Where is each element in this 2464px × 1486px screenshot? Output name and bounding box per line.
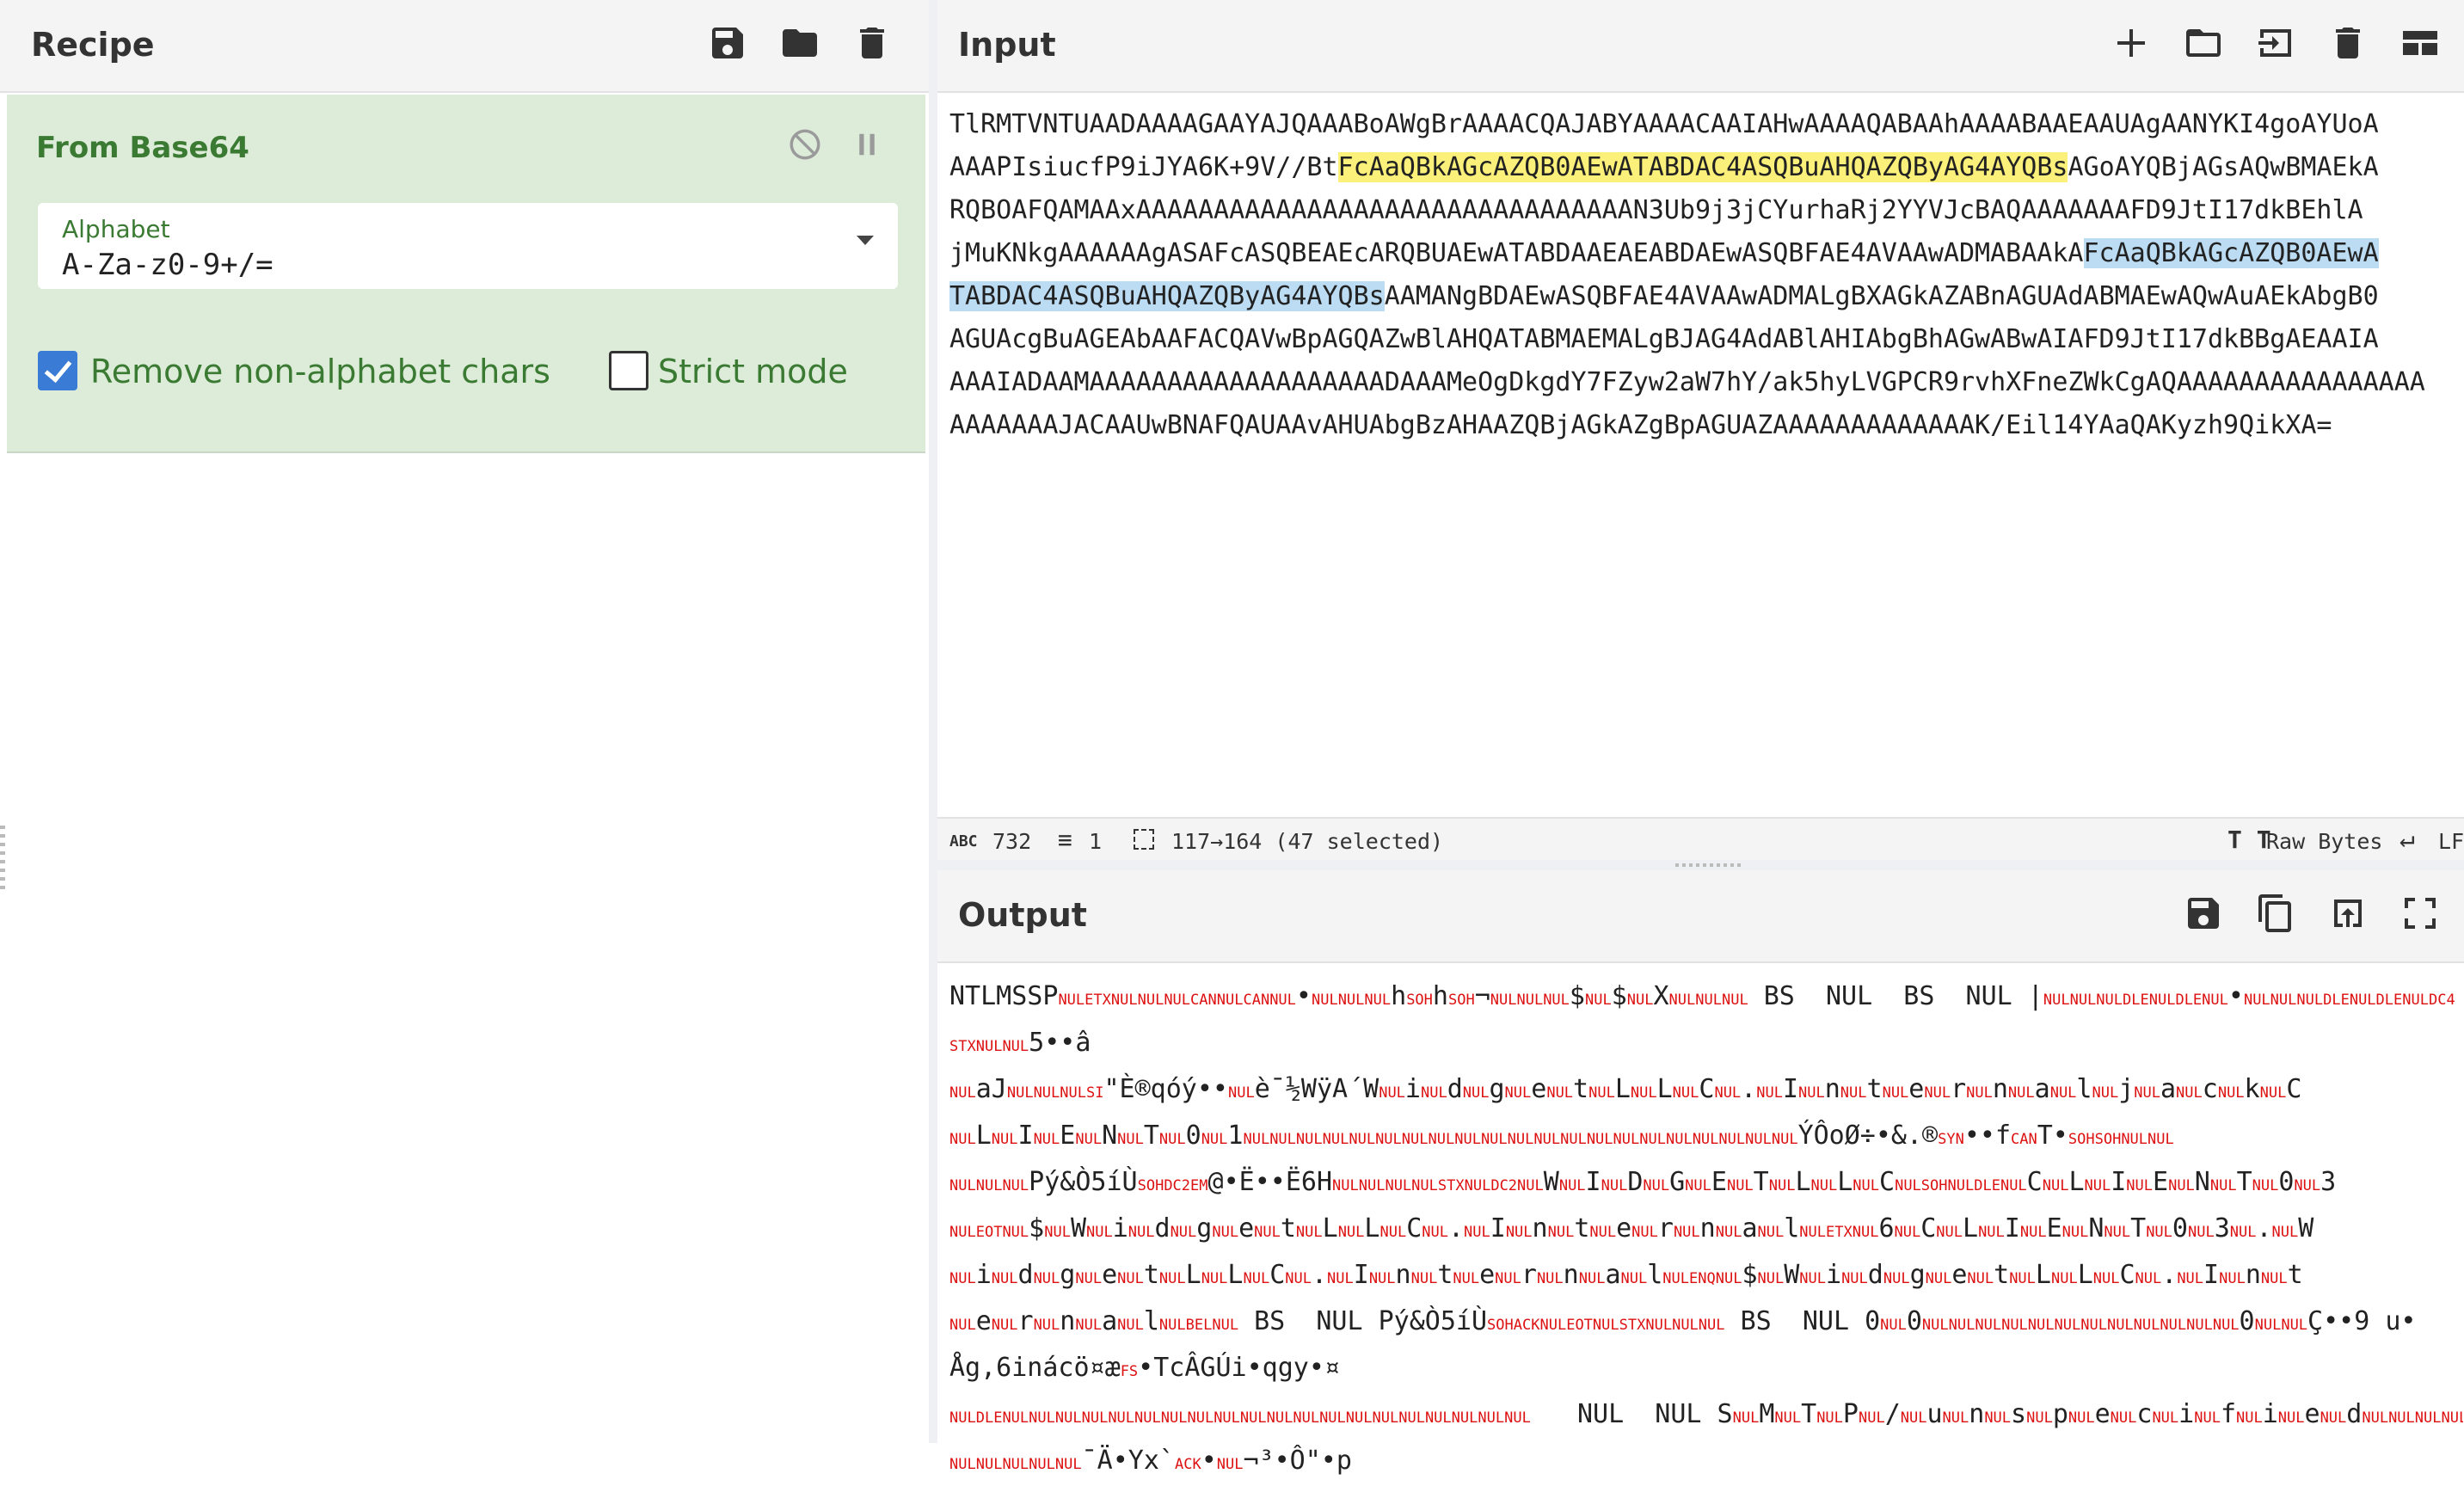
recipe-header: Recipe xyxy=(0,0,929,93)
text-format-icon[interactable]: T T xyxy=(2227,826,2271,854)
reset-layout-icon[interactable] xyxy=(2394,17,2446,69)
input-line: AGUAcgBuAGEAbAAFACQAVwBpAGQAZwBlAHQATABM… xyxy=(949,318,2463,361)
output-line: NULEOTNUL$NULWNULiNULdNULgNULeNULtNULLNU… xyxy=(949,1213,2314,1243)
input-selection: 117→164 (47 selected) xyxy=(1171,829,1444,854)
input-highlight: FcAaQBkAGcAZQB0AEwATABDAC4ASQBuAHQAZQByA… xyxy=(1337,152,2068,182)
resize-handle[interactable] xyxy=(0,826,5,894)
disable-operation-icon[interactable] xyxy=(781,120,829,169)
input-encoding[interactable]: Raw Bytes xyxy=(2266,829,2382,854)
pane-divider[interactable] xyxy=(929,0,937,1443)
operation-title: From Base64 xyxy=(36,131,249,165)
input-line: RQBOAFQAMAAxAAAAAAAAAAAAAAAAAAAAAAAAAAAA… xyxy=(949,189,2463,232)
output-text[interactable]: NTLMSSPNULETXNULNULNULCANNULCANNUL•NULNU… xyxy=(949,975,2463,1486)
recipe-pane: Recipe From Base64 Alphabet A-Za-z0-9+/=… xyxy=(0,0,929,1443)
input-segment: AAAAAAAJACAAUwBNAFQAUAAvAHUAbgBzAHAAZQBj… xyxy=(949,410,2332,440)
input-status-bar: ABC 732 ≡ 1 117→164 (47 selected) T T Ra… xyxy=(937,817,2464,862)
pause-operation-icon[interactable] xyxy=(843,120,891,169)
add-tab-plus-icon[interactable] xyxy=(2105,17,2157,69)
input-header: Input xyxy=(937,0,2464,93)
input-line: AAAPIsiucfP9iJYA6K+9V//BtFcAaQBkAGcAZQB0… xyxy=(949,146,2463,189)
strict-mode-checkbox[interactable] xyxy=(609,351,648,390)
alphabet-value: A-Za-z0-9+/= xyxy=(62,248,273,282)
input-line: TABDAC4ASQBuAHQAZQByAG4AYQBsAAMANgBDAEwA… xyxy=(949,275,2463,318)
input-segment: AGoAYQBjAGsAQwBMAEkA xyxy=(2068,152,2379,182)
output-line: NULNULNULPý&Ò5íÙSOHDC2EM@•Ë••Ë6HNULNULNU… xyxy=(949,1167,2337,1197)
input-title: Input xyxy=(958,26,1056,64)
from-base64-operation[interactable]: From Base64 Alphabet A-Za-z0-9+/= Remove… xyxy=(7,95,925,453)
output-line: NULDLENULNULNULNULNULNULNULNULNULNULNULN… xyxy=(949,1399,2463,1429)
open-input-icon[interactable] xyxy=(2250,17,2301,69)
input-highlight: FcAaQBkAGcAZQB0AEwA xyxy=(2083,238,2379,268)
input-segment: AAAIADAAMAAAAAAAAAAAAAAAAAAADAAAMeOgDkgd… xyxy=(949,367,2425,397)
output-line: NULiNULdNULgNULeNULtNULLNULLNULCNUL.NULI… xyxy=(949,1260,2303,1290)
output-title: Output xyxy=(958,896,1087,934)
input-segment: TlRMTVNTUAADAAAAGAAYAJQAAABoAWgBrAAAACQA… xyxy=(949,109,2379,139)
input-highlight: TABDAC4ASQBuAHQAZQByAG4AYQBs xyxy=(949,281,1385,311)
save-recipe-icon[interactable] xyxy=(702,17,753,69)
input-line-count: 1 xyxy=(1089,829,1103,854)
remove-non-alphabet-checkbox[interactable] xyxy=(38,351,77,390)
input-segment: AAMANgBDAEwASQBFAE4AVAAwADMALgBXAGkAZABn… xyxy=(1384,281,2379,311)
output-header: Output xyxy=(937,870,2464,963)
clear-input-trash-icon[interactable] xyxy=(2322,17,2374,69)
output-line: NULNULNULNULNUL¯Ä•Yx`ACK•NUL¬³•Ô"•p xyxy=(949,1446,1352,1476)
chevron-down-icon[interactable] xyxy=(857,236,874,245)
input-segment: AGUAcgBuAGEAbAAFACQAVwBpAGQAZwBlAHQATABM… xyxy=(949,324,2379,354)
input-line: AAAAAAAJACAAUwBNAFQAUAAvAHUAbgBzAHAAZQBj… xyxy=(949,404,2463,447)
eol-return-icon[interactable]: ↵ xyxy=(2399,824,2415,854)
recipe-title: Recipe xyxy=(31,26,155,64)
input-segment: jMuKNkgAAAAAAgASAFcASQBEAEcARQBUAEwATABD… xyxy=(949,238,2084,268)
output-line: NULaJNULNULNULSI"È®qóý••NULè¯½WÿA´WNULiN… xyxy=(949,1074,2302,1104)
remove-non-alphabet-label[interactable]: Remove non-alphabet chars xyxy=(90,353,550,390)
strict-mode-label[interactable]: Strict mode xyxy=(658,353,848,390)
input-line: AAAIADAAMAAAAAAAAAAAAAAAAAAADAAAMeOgDkgd… xyxy=(949,361,2463,404)
save-output-icon[interactable] xyxy=(2178,887,2229,939)
input-line: TlRMTVNTUAADAAAAGAAYAJQAAABoAWgBrAAAACQA… xyxy=(949,103,2463,146)
output-line: NULLNULINULENULNNULTNUL0NUL1NULNULNULNUL… xyxy=(949,1121,2174,1151)
input-textarea[interactable]: TlRMTVNTUAADAAAAGAAYAJQAAABoAWgBrAAAACQA… xyxy=(949,103,2463,447)
input-pane: Input TlRMTVNTUAADAAAAGAAYAJQAAABoAWgBrA… xyxy=(937,0,2464,862)
input-eol[interactable]: LF xyxy=(2438,829,2464,854)
output-line: Åg,6inácö¤æFS•TcÂGÚi•qgy•¤ xyxy=(949,1353,1340,1383)
copy-output-icon[interactable] xyxy=(2250,887,2301,939)
input-segment: AAAPIsiucfP9iJYA6K+9V//Bt xyxy=(949,152,1338,182)
io-resize-handle[interactable] xyxy=(1675,863,1741,867)
replace-input-icon[interactable] xyxy=(2322,887,2374,939)
selection-icon xyxy=(1134,829,1154,850)
load-recipe-folder-icon[interactable] xyxy=(774,17,826,69)
output-pane: Output NTLMSSPNULETXNULNULNULCANNULCANNU… xyxy=(937,870,2464,1476)
lines-icon: ≡ xyxy=(1058,826,1072,854)
input-segment: RQBOAFQAMAAxAAAAAAAAAAAAAAAAAAAAAAAAAAAA… xyxy=(949,195,2363,225)
maximize-output-icon[interactable] xyxy=(2394,887,2446,939)
length-abc-icon: ABC xyxy=(949,832,978,850)
alphabet-select[interactable]: Alphabet A-Za-z0-9+/= xyxy=(38,203,898,289)
output-line: NTLMSSPNULETXNULNULNULCANNULCANNUL•NULNU… xyxy=(949,981,2455,1011)
alphabet-label: Alphabet xyxy=(62,215,170,243)
input-line: jMuKNkgAAAAAAgASAFcASQBEAEcARQBUAEwATABD… xyxy=(949,232,2463,275)
clear-recipe-trash-icon[interactable] xyxy=(846,17,898,69)
input-length: 732 xyxy=(992,829,1032,854)
open-file-folder-icon[interactable] xyxy=(2178,17,2229,69)
output-line: NULeNULrNULnNULaNULlNULBELNUL BS NUL Pý&… xyxy=(949,1306,2417,1336)
output-line: STXNULNUL5••â xyxy=(949,1028,1091,1058)
